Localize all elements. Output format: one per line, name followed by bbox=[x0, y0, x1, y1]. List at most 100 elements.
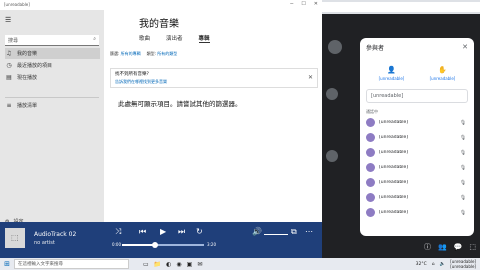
genre-dropdown[interactable]: 所有的類型 bbox=[157, 51, 177, 56]
clock[interactable]: [unreadable] [unreadable] bbox=[450, 259, 476, 269]
meet-toolbar: ⓘ 👥 💬 ⬚ bbox=[322, 236, 480, 258]
filter-dropdown[interactable]: 所有的專輯 bbox=[121, 51, 141, 56]
tab-albums[interactable]: 專輯 bbox=[198, 34, 210, 43]
volume-slider[interactable] bbox=[264, 234, 288, 235]
system-tray: 32°C ⌂ 🔈 [unreadable] [unreadable] bbox=[416, 259, 476, 269]
volume-icon[interactable]: 🔈 bbox=[440, 262, 446, 267]
people-search-input[interactable]: [unreadable] bbox=[366, 89, 468, 103]
maximize-icon[interactable]: ☐ bbox=[301, 1, 305, 7]
avatar bbox=[366, 208, 375, 217]
album-art[interactable]: ⬚ bbox=[5, 228, 25, 248]
task-view-icon[interactable]: ▭ bbox=[143, 261, 149, 268]
participant-row[interactable]: [unreadable] 🎙 bbox=[366, 130, 468, 145]
sidebar-item-playlists[interactable]: ≡ 播放清單 bbox=[5, 100, 100, 111]
avatar bbox=[366, 148, 375, 157]
tab-artists[interactable]: 演出者 bbox=[166, 34, 183, 43]
progress-slider[interactable] bbox=[122, 242, 204, 248]
taskbar-search-input[interactable]: 在這裡輸入文字來搜尋 bbox=[14, 259, 129, 269]
music-icon: ♫ bbox=[6, 50, 12, 57]
notice-heading: 找不到所有音樂? bbox=[115, 72, 149, 77]
previous-icon[interactable]: ⏮ bbox=[139, 227, 146, 237]
progress-handle[interactable] bbox=[151, 242, 158, 248]
mini-player-icon[interactable]: ⧉ bbox=[291, 227, 297, 237]
raised-hand-icon: ✋ bbox=[438, 66, 447, 74]
tab-bar: 歌曲 演出者 專輯 bbox=[139, 34, 210, 43]
mic-off-icon: 🎙 bbox=[459, 164, 467, 171]
people-panel: 參與者 ✕ 👤 [unreadable] ✋ [unreadable] [unr… bbox=[360, 38, 474, 236]
next-icon[interactable]: ⏭ bbox=[178, 227, 185, 237]
music-note-icon: ⬚ bbox=[11, 233, 19, 242]
page-title: 我的音樂 bbox=[139, 19, 179, 30]
volume-icon[interactable]: 🔊 bbox=[252, 227, 262, 236]
avatar bbox=[366, 193, 375, 202]
filter-bar: 篩選: 所有的專輯 類型: 所有的類型 bbox=[110, 51, 178, 56]
find-music-notice: 找不到所有音樂? 告訴我們在哪裡找到更多音樂 ✕ bbox=[110, 68, 318, 88]
sidebar-item-my-music[interactable]: ♫ 我的音樂 bbox=[5, 48, 100, 59]
time-current: 0:00 bbox=[112, 242, 121, 247]
participant-tile bbox=[328, 40, 342, 54]
main-content: 我的音樂 歌曲 演出者 專輯 篩選: 所有的專輯 類型: 所有的類型 找不到所有… bbox=[104, 10, 322, 222]
sidebar-item-recent[interactable]: ◷ 最近播放的項目 bbox=[5, 60, 100, 71]
mic-off-icon: 🎙 bbox=[459, 119, 467, 126]
avatar bbox=[366, 163, 375, 172]
more-icon[interactable]: ⋯ bbox=[305, 227, 313, 236]
mic-off-icon: 🎙 bbox=[459, 149, 467, 156]
participant-tile bbox=[326, 88, 338, 100]
window-title: [unreadable] bbox=[4, 2, 30, 7]
close-icon[interactable]: ✕ bbox=[314, 1, 318, 7]
player-bar: ⬚ AudioTrack 02 no artist ⤨ ⏮ ▶ ⏭ ↻ 0:00… bbox=[0, 222, 322, 258]
avatar bbox=[366, 178, 375, 187]
address-bar[interactable] bbox=[322, 2, 480, 12]
participant-row[interactable]: [unreadable] 🎙 bbox=[366, 145, 468, 160]
raise-hand-button[interactable]: ✋ [unreadable] bbox=[430, 66, 456, 81]
add-people-button[interactable]: 👤 [unreadable] bbox=[379, 66, 405, 81]
participant-row[interactable]: [unreadable] 🎙 bbox=[366, 205, 468, 220]
network-icon[interactable]: ⌂ bbox=[432, 262, 435, 267]
empty-state-message: 此處無可顯示項目。請嘗試其他的篩選器。 bbox=[118, 100, 242, 108]
close-icon[interactable]: ✕ bbox=[462, 43, 468, 51]
people-panel-title: 參與者 bbox=[366, 45, 385, 52]
add-person-icon: 👤 bbox=[387, 66, 396, 74]
activities-icon[interactable]: ⬚ bbox=[469, 243, 476, 251]
sidebar-item-now-playing[interactable]: ▤ 現在播放 bbox=[5, 72, 100, 83]
taskbar-apps: ▭ 📁 ◐ ◉ ▣ ✉ bbox=[143, 261, 202, 268]
clock-icon: ◷ bbox=[6, 62, 12, 69]
repeat-icon[interactable]: ↻ bbox=[196, 227, 203, 236]
participant-row[interactable]: [unreadable] 🎙 bbox=[366, 160, 468, 175]
close-icon[interactable]: ✕ bbox=[308, 74, 313, 81]
info-icon[interactable]: ⓘ bbox=[424, 242, 431, 252]
file-explorer-icon[interactable]: 📁 bbox=[154, 261, 161, 268]
store-icon[interactable]: ▣ bbox=[187, 261, 193, 268]
hamburger-menu-icon[interactable]: ☰ bbox=[5, 16, 11, 24]
mic-off-icon: 🎙 bbox=[459, 209, 467, 216]
participant-row[interactable]: [unreadable] 🎙 bbox=[366, 115, 468, 130]
mic-off-icon: 🎙 bbox=[459, 134, 467, 141]
avatar bbox=[366, 133, 375, 142]
chat-icon[interactable]: 💬 bbox=[454, 243, 463, 251]
play-icon[interactable]: ▶ bbox=[160, 227, 166, 236]
shuffle-icon[interactable]: ⤨ bbox=[115, 227, 121, 237]
tab-songs[interactable]: 歌曲 bbox=[139, 34, 150, 43]
now-playing-icon: ▤ bbox=[6, 74, 12, 81]
people-icon[interactable]: 👥 bbox=[438, 243, 447, 251]
app-title-bar: [unreadable] ─ ☐ ✕ bbox=[0, 0, 322, 10]
windows-start-icon[interactable]: ⊞ bbox=[0, 260, 14, 268]
participant-row[interactable]: [unreadable] 🎙 bbox=[366, 175, 468, 190]
participant-row[interactable]: [unreadable] 🎙 bbox=[366, 190, 468, 205]
chrome-icon[interactable]: ◉ bbox=[176, 261, 181, 268]
music-app-window: [unreadable] ─ ☐ ✕ ☰ 搜尋 ⌕ ♫ 我的音樂 ◷ 最近播放的… bbox=[0, 0, 322, 258]
mic-off-icon: 🎙 bbox=[459, 194, 467, 201]
mail-icon[interactable]: ✉ bbox=[197, 261, 202, 268]
minimize-icon[interactable]: ─ bbox=[290, 1, 293, 7]
mic-off-icon: 🎙 bbox=[459, 179, 467, 186]
participant-tile bbox=[326, 150, 338, 162]
search-icon[interactable]: ⌕ bbox=[93, 36, 96, 42]
track-title: AudioTrack 02 bbox=[34, 231, 77, 238]
edge-icon[interactable]: ◐ bbox=[166, 261, 171, 268]
progress-fill bbox=[122, 244, 155, 246]
sidebar: ☰ 搜尋 ⌕ ♫ 我的音樂 ◷ 最近播放的項目 ▤ 現在播放 ≡ 播放清單 ⚙ … bbox=[0, 10, 104, 225]
temperature-label: 32°C bbox=[415, 261, 427, 267]
notice-link[interactable]: 告訴我們在哪裡找到更多音樂 bbox=[115, 79, 313, 85]
search-input[interactable]: 搜尋 ⌕ bbox=[5, 35, 99, 46]
time-total: 3:20 bbox=[207, 242, 216, 247]
